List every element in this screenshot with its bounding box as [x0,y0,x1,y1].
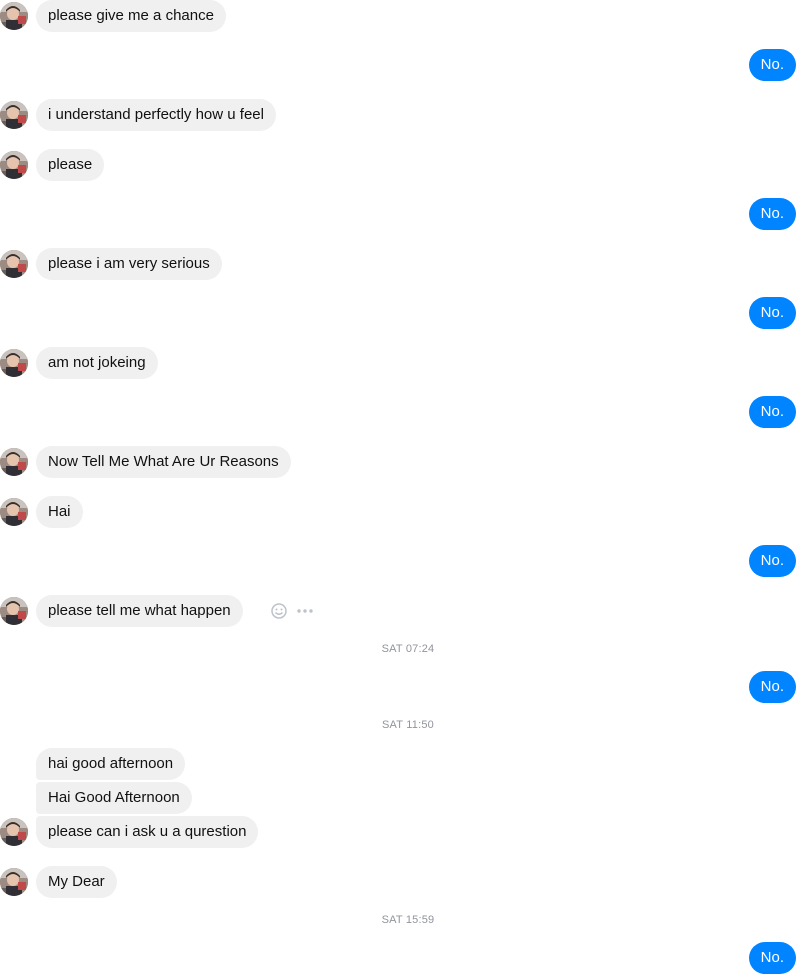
outgoing-message-bubble[interactable]: No. [748,49,796,81]
incoming-message-bubble[interactable]: Hai Good Afternoon [36,782,192,814]
contact-avatar[interactable] [0,250,28,278]
timestamp: SAT 07:24 [381,643,435,655]
contact-avatar[interactable] [0,597,28,625]
outgoing-message-bubble[interactable]: No. [748,671,796,703]
outgoing-message-bubble[interactable]: No. [748,396,796,428]
incoming-message-bubble[interactable]: Hai [36,496,83,528]
timestamp: SAT 11:50 [382,719,434,731]
message-actions [270,595,314,627]
emoji-icon[interactable] [270,602,288,620]
incoming-message-bubble[interactable]: please can i ask u a qurestion [36,816,259,848]
contact-avatar[interactable] [0,101,28,129]
contact-avatar[interactable] [0,151,28,179]
outgoing-message-bubble[interactable]: No. [748,198,796,230]
incoming-message-bubble[interactable]: hai good afternoon [36,748,186,780]
contact-avatar[interactable] [0,498,28,526]
contact-avatar[interactable] [0,2,28,30]
outgoing-message-bubble[interactable]: No. [748,942,796,974]
outgoing-message-bubble[interactable]: No. [748,297,796,329]
timestamp: SAT 15:59 [381,914,435,926]
contact-avatar[interactable] [0,868,28,896]
contact-avatar[interactable] [0,448,28,476]
outgoing-message-bubble[interactable]: No. [748,545,796,577]
contact-avatar[interactable] [0,818,28,846]
incoming-message-bubble[interactable]: please i am very serious [36,248,222,280]
incoming-message-bubble[interactable]: i understand perfectly how u feel [36,99,276,131]
incoming-message-bubble[interactable]: please give me a chance [36,0,226,32]
incoming-message-bubble[interactable]: Now Tell Me What Are Ur Reasons [36,446,291,478]
incoming-message-bubble[interactable]: please [36,149,105,181]
incoming-message-bubble[interactable]: am not jokeing [36,347,158,379]
contact-avatar[interactable] [0,349,28,377]
incoming-message-bubble[interactable]: My Dear [36,866,117,898]
more-icon[interactable] [296,602,314,620]
incoming-message-bubble[interactable]: please tell me what happen [36,595,243,627]
